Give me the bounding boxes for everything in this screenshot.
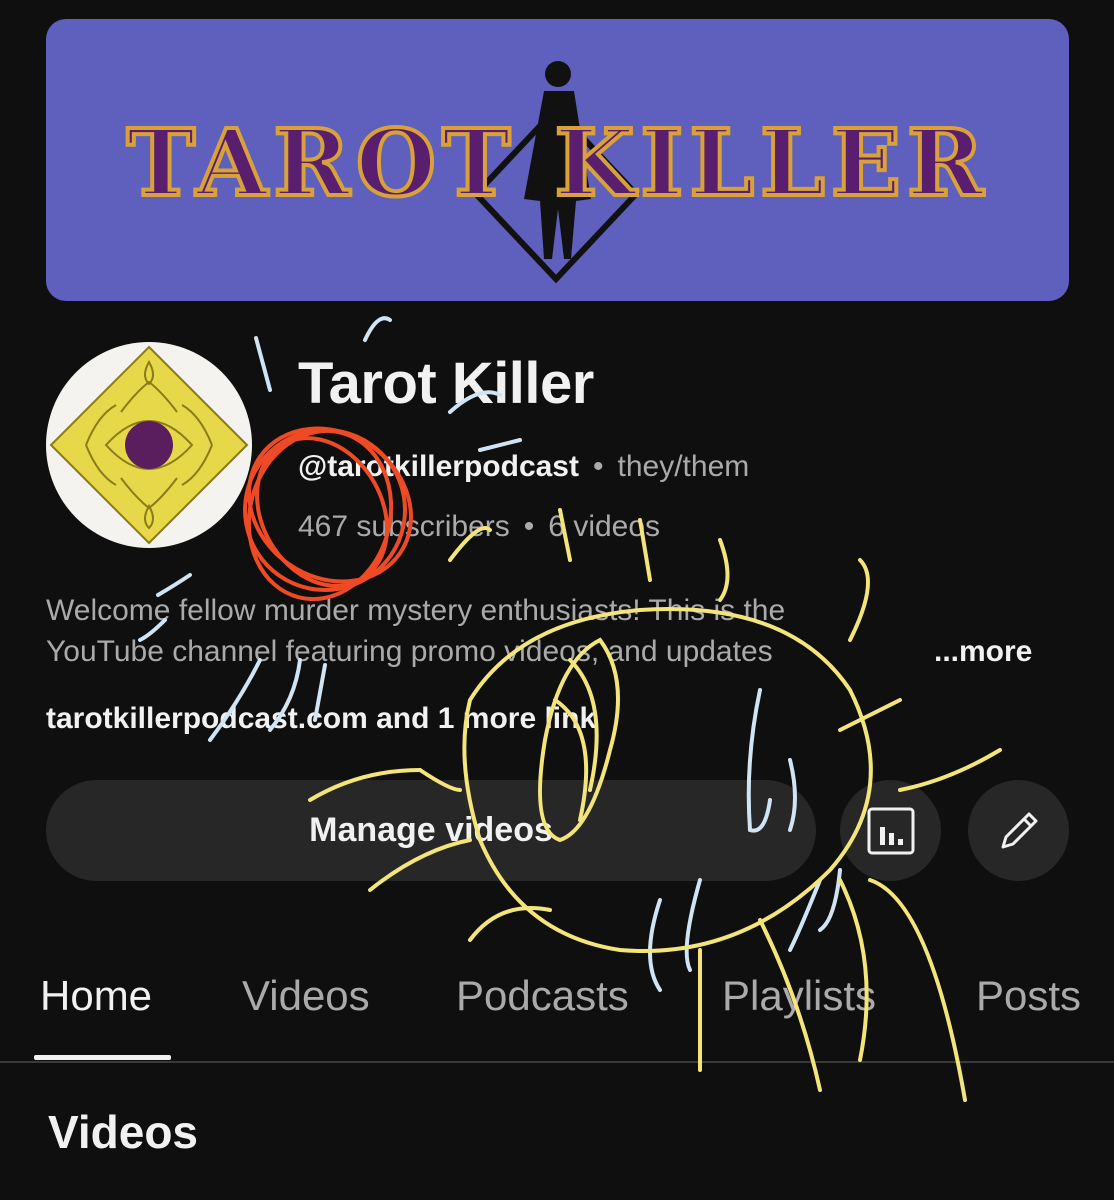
eye-logo-icon: [49, 345, 249, 545]
tab-podcasts[interactable]: Podcasts: [456, 972, 629, 1020]
channel-banner: TAROT KILLER: [46, 19, 1069, 301]
channel-handle[interactable]: @tarotkillerpodcast: [298, 450, 579, 483]
analytics-button[interactable]: [840, 780, 941, 881]
video-count: 6 videos: [548, 510, 661, 543]
edit-channel-button[interactable]: [968, 780, 1069, 881]
subscriber-count: 467 subscribers: [298, 510, 510, 543]
tab-home[interactable]: Home: [40, 972, 152, 1020]
tab-videos[interactable]: Videos: [242, 972, 370, 1020]
channel-stats-row: 467 subscribers • 6 videos: [298, 510, 660, 544]
channel-tabs: Home Videos Podcasts Playlists Posts: [0, 960, 1114, 1064]
description-line-2: YouTube channel featuring promo videos, …: [46, 635, 773, 668]
tab-posts[interactable]: Posts: [976, 972, 1081, 1020]
banner-logo-text: TAROT KILLER: [127, 109, 990, 217]
channel-links[interactable]: tarotkillerpodcast.com and 1 more link: [46, 702, 596, 736]
separator-dot: •: [523, 510, 535, 543]
active-tab-indicator: [34, 1055, 171, 1060]
tabs-divider: [0, 1061, 1114, 1063]
pencil-icon: [1001, 812, 1037, 848]
more-link[interactable]: ...more: [934, 631, 1032, 672]
description-line-1: Welcome fellow murder mystery enthusiast…: [46, 594, 786, 627]
channel-description[interactable]: Welcome fellow murder mystery enthusiast…: [46, 590, 1066, 672]
tab-playlists[interactable]: Playlists: [722, 972, 876, 1020]
channel-pronouns: they/them: [617, 450, 750, 483]
channel-name: Tarot Killer: [298, 351, 594, 416]
manage-videos-button[interactable]: Manage videos: [46, 780, 816, 881]
separator-dot: •: [593, 450, 604, 483]
banner-logo: TAROT KILLER: [125, 61, 990, 284]
manage-videos-label: Manage videos: [309, 811, 553, 849]
channel-avatar[interactable]: [46, 342, 252, 548]
analytics-icon: [867, 807, 914, 854]
section-title: Videos: [48, 1106, 198, 1158]
channel-handle-row: @tarotkillerpodcast • they/them: [298, 450, 749, 484]
